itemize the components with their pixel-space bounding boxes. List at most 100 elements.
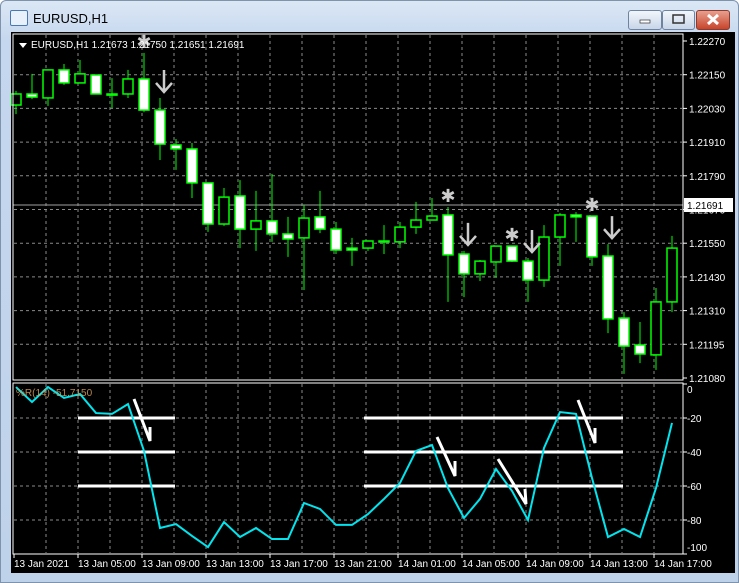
- candle-body: [602, 255, 614, 320]
- candle-body: [410, 219, 422, 228]
- candle-body: [26, 93, 38, 98]
- indicator-scale-label: 0: [687, 385, 693, 396]
- candle-body: [250, 220, 262, 230]
- candle-body: [106, 93, 118, 96]
- bid-price-label: 1.21691: [687, 201, 724, 212]
- candle: [634, 322, 646, 364]
- candle-body: [234, 195, 246, 230]
- candle: [442, 207, 454, 302]
- close-button[interactable]: [696, 10, 730, 30]
- candle-body: [218, 196, 230, 225]
- close-icon: [706, 13, 720, 26]
- maximize-button[interactable]: [662, 10, 695, 30]
- candle: [26, 73, 38, 100]
- candle-body: [202, 182, 214, 225]
- candle: [474, 259, 486, 281]
- candle: [234, 180, 246, 249]
- candle: [170, 139, 182, 170]
- signal-star-icon: ✱: [440, 186, 455, 206]
- candle: [58, 63, 70, 85]
- candle-body: [634, 344, 646, 355]
- price-axis-label: 1.21910: [689, 138, 726, 149]
- collapse-triangle-icon[interactable]: [19, 43, 27, 48]
- price-axis-label: 1.21195: [689, 340, 725, 351]
- candle: [138, 52, 150, 113]
- candle: [218, 188, 230, 226]
- minimize-button[interactable]: [628, 10, 662, 30]
- chart-area[interactable]: ✱ ✱ ✱ ✱ 1.22270 1.22150 1.22030 1.21910 1.21790…: [10, 32, 735, 573]
- time-axis-label: 14 Jan 17:00: [654, 559, 712, 570]
- minimize-icon: [639, 19, 651, 24]
- indicator-label: %R(14) -51.7150: [16, 388, 93, 399]
- candle: [330, 222, 342, 255]
- chart-window-icon: [10, 10, 28, 26]
- price-axis-label: 1.21430: [689, 273, 726, 284]
- candle: [154, 97, 166, 160]
- candle: [570, 212, 582, 242]
- price-axis-label: 1.22150: [689, 71, 726, 82]
- price-axis-label: 1.21550: [689, 239, 726, 250]
- candle: [586, 215, 598, 266]
- drawn-arrow[interactable]: [576, 399, 597, 444]
- candle: [314, 190, 326, 234]
- sell-arrow-icon: [603, 216, 621, 240]
- candle-body: [58, 69, 70, 84]
- candle: [362, 240, 374, 251]
- time-axis-label: 14 Jan 13:00: [590, 559, 648, 570]
- drawn-arrow[interactable]: [496, 458, 528, 505]
- candle: [186, 142, 198, 198]
- candle: [266, 173, 278, 242]
- candle: [490, 245, 502, 278]
- candle: [458, 250, 470, 298]
- candle: [106, 78, 118, 109]
- candle-body: [74, 73, 86, 84]
- price-chart[interactable]: ✱✱✱✱ 1.222701.221501.220301.219101.21790…: [10, 32, 735, 573]
- candle: [346, 237, 358, 266]
- window-title: EURUSD,H1: [33, 11, 109, 26]
- indicator-scale-label: -60: [687, 482, 702, 493]
- candle: [42, 69, 54, 106]
- indicator-scale-label: -100: [687, 543, 707, 554]
- time-axis-label: 14 Jan 01:00: [398, 559, 456, 570]
- candle-body: [378, 240, 390, 243]
- candle: [202, 182, 214, 232]
- candle: [378, 225, 390, 255]
- candle: [122, 69, 134, 98]
- candle: [282, 216, 294, 257]
- candle: [394, 222, 406, 249]
- candle: [250, 190, 262, 251]
- candle-body: [362, 240, 374, 249]
- time-axis-label: 13 Jan 09:00: [142, 559, 200, 570]
- candle: [90, 74, 102, 95]
- candle-body: [570, 214, 582, 218]
- candle: [554, 212, 566, 266]
- candle: [410, 201, 422, 234]
- drawn-arrow[interactable]: [435, 436, 457, 477]
- candle-body: [282, 233, 294, 240]
- sell-arrow-icon: [155, 69, 173, 94]
- candle-body: [506, 245, 518, 262]
- price-axis-label: 1.21310: [689, 307, 726, 318]
- price-axis-label: 1.22270: [689, 37, 726, 48]
- candle: [426, 197, 438, 221]
- candle-body: [90, 74, 102, 95]
- candle: [618, 312, 630, 374]
- candle: [538, 225, 550, 287]
- candle-body: [266, 220, 278, 235]
- candle-body: [298, 217, 310, 239]
- candle: [650, 288, 662, 370]
- candle-body: [186, 148, 198, 184]
- candle: [74, 59, 86, 84]
- candle-body: [42, 69, 54, 99]
- signal-star-icon: ✱: [584, 195, 599, 215]
- candle-body: [314, 216, 326, 230]
- candle-body: [346, 247, 358, 251]
- candle-body: [458, 253, 470, 275]
- candle-body: [474, 260, 486, 275]
- williams-r-line: [15, 385, 673, 549]
- candle-body: [618, 317, 630, 347]
- time-axis-label: 14 Jan 09:00: [526, 559, 584, 570]
- candle-body: [122, 78, 134, 95]
- chart-window: EURUSD,H1 ✱ ✱ ✱ ✱ 1.22270 1.22150 1.22030 1.21…: [0, 0, 739, 583]
- candle-body: [170, 144, 182, 150]
